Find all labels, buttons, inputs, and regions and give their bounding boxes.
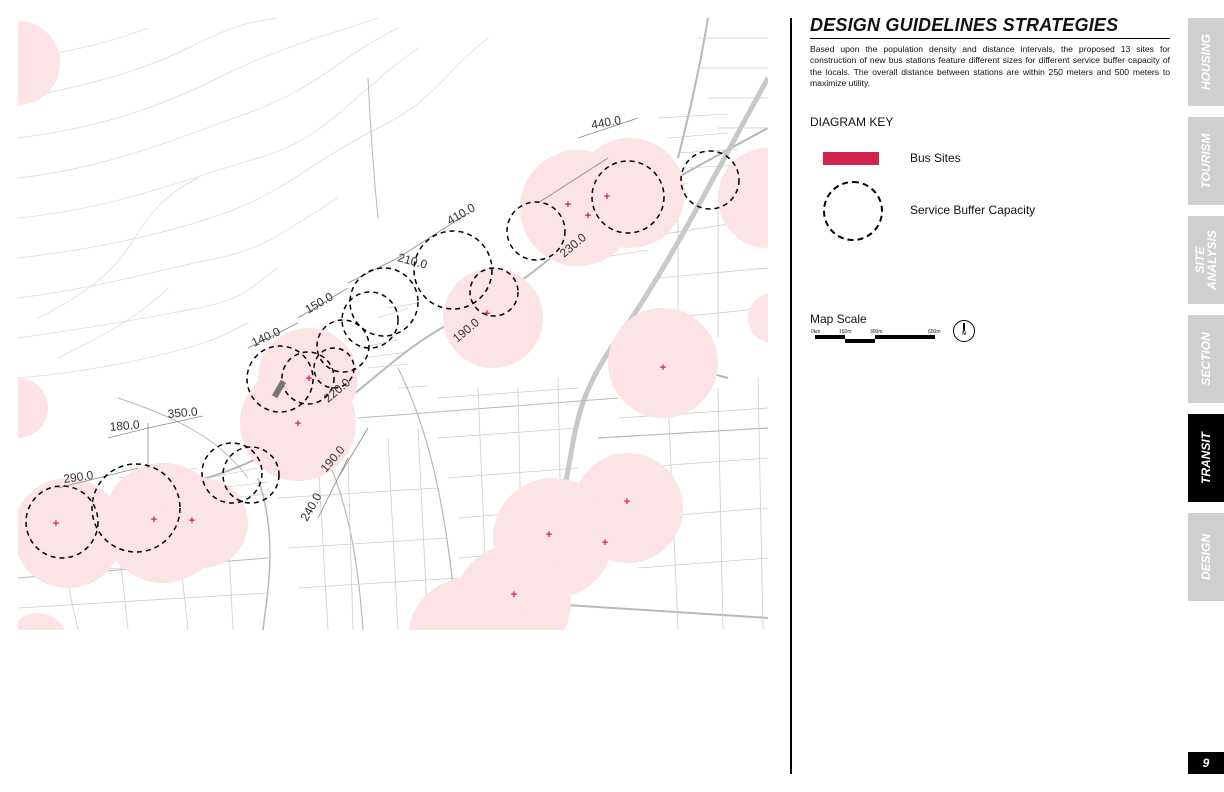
distance-label: 410.0 (445, 200, 478, 227)
tab-site-analysis[interactable]: SITE ANALYSIS (1188, 216, 1224, 304)
bus-site-marker: + (484, 308, 490, 320)
bus-site-marker: + (53, 518, 59, 530)
vertical-divider (790, 18, 792, 774)
distance-label: 150.0 (303, 289, 336, 316)
bus-site-marker: + (151, 514, 157, 526)
scale-bar-graphic (815, 335, 935, 343)
contour-lines (18, 18, 489, 379)
bus-site-marker: + (624, 496, 630, 508)
transit-map: + + + + + + + + + + + + + + 440.0 410.0 … (18, 18, 768, 630)
bus-site-marker: + (585, 210, 591, 222)
page-title: DESIGN GUIDELINES STRATEGIES (810, 15, 1170, 39)
distance-label: 180.0 (109, 417, 140, 434)
bus-site-marker: + (604, 191, 610, 203)
tab-transit[interactable]: TRANSIT (1188, 414, 1224, 502)
north-label: N (962, 331, 966, 337)
bus-sites-label: Bus Sites (910, 151, 961, 165)
page-number: 9 (1188, 752, 1224, 774)
diagram-key-title: DIAGRAM KEY (810, 115, 894, 129)
tab-design[interactable]: DESIGN (1188, 513, 1224, 601)
bus-site-swatch-icon (823, 152, 879, 165)
bus-site-marker: + (511, 589, 517, 601)
tab-tourism[interactable]: TOURISM (1188, 117, 1224, 205)
buffer-circle-icon (823, 181, 883, 241)
north-arrow-icon: N (953, 320, 975, 342)
bus-site-marker: + (546, 529, 552, 541)
bus-site-marker: + (565, 199, 571, 211)
tab-section[interactable]: SECTION (1188, 315, 1224, 403)
distance-label: 210.0 (396, 250, 429, 271)
service-buffer-label: Service Buffer Capacity (910, 203, 1036, 217)
map-scale-title: Map Scale (810, 312, 867, 326)
description-text: Based upon the population density and di… (810, 44, 1170, 88)
distance-label: 440.0 (590, 113, 622, 132)
bus-site-marker: + (602, 537, 608, 549)
bus-site-marker: + (295, 418, 301, 430)
bus-site-marker: + (306, 373, 312, 385)
tab-housing[interactable]: HOUSING (1188, 18, 1224, 106)
bus-site-marker: + (660, 362, 666, 374)
distance-label: 350.0 (167, 404, 198, 421)
bus-site-marker: + (189, 515, 195, 527)
